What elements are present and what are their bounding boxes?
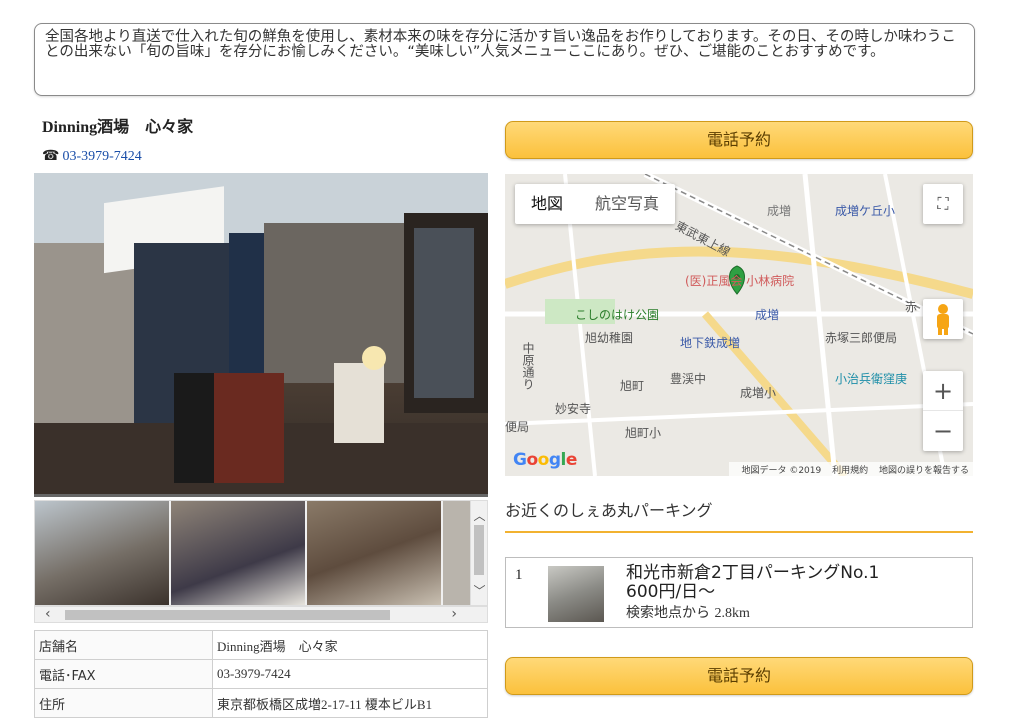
map-label: 旭幼稚園 <box>585 331 634 345</box>
phone-reserve-button-top[interactable]: 電話予約 <box>505 121 973 159</box>
parking-heading: お近くのしぇあ丸パーキング <box>505 501 713 520</box>
phone-reserve-button-bottom[interactable]: 電話予約 <box>505 657 973 695</box>
map-label: 成増ケ丘小 <box>835 204 896 218</box>
parking-price: 600円/日〜 <box>626 582 716 602</box>
chevron-right-icon[interactable]: › <box>451 606 457 622</box>
table-value: 東京都板橋区成増2-17-11 榎本ビルB1 <box>212 688 488 718</box>
thumbnail-4[interactable] <box>443 501 471 605</box>
chevron-up-icon[interactable]: ︿ <box>473 507 486 524</box>
zoom-out-button[interactable]: − <box>923 411 963 451</box>
map-copyright: 地図データ ©2019 <box>741 466 822 476</box>
table-row: 住所 東京都板橋区成増2-17-11 榎本ビルB1 <box>34 688 488 718</box>
phone-link-row[interactable]: ☎ 03-3979-7424 <box>42 148 142 165</box>
map-label: 地下鉄成増 <box>680 336 741 350</box>
map-type-control[interactable]: 地図 航空写真 <box>515 184 676 224</box>
map-footer: 地図データ ©2019 利用規約 地図の誤りを報告する <box>729 462 973 476</box>
thumbnail-1[interactable] <box>35 501 169 605</box>
telephone-icon: ☎ <box>42 149 60 164</box>
thumbnail-horizontal-scrollbar[interactable]: ‹ › <box>34 606 488 623</box>
map-label: 赤塚三郎便局 <box>825 331 898 345</box>
map-label: 便局 <box>505 420 530 434</box>
distance-value: 2.8km <box>714 606 750 621</box>
thumbnail-vertical-scrollbar[interactable]: ︿ ﹀ <box>470 501 487 605</box>
table-row: 電話･FAX 03-3979-7424 <box>34 659 488 689</box>
pegman-icon[interactable] <box>923 299 963 339</box>
map-label: 成増 <box>755 308 780 322</box>
zoom-control[interactable]: + − <box>923 371 963 451</box>
fullscreen-icon[interactable]: ⛶ <box>923 184 963 224</box>
chevron-left-icon[interactable]: ‹ <box>45 606 51 622</box>
map-label: こしのはけ公園 <box>575 308 660 322</box>
vertical-scroll-thumb[interactable] <box>474 525 484 575</box>
map-tab-satellite[interactable]: 航空写真 <box>579 184 675 224</box>
map-label: (医)正風会 小林病院 <box>685 274 795 288</box>
map-terms-link[interactable]: 利用規約 <box>832 466 868 476</box>
table-value: 03-3979-7424 <box>212 659 488 689</box>
distance-prefix: 検索地点から <box>626 605 710 621</box>
map-label: 成増小 <box>740 386 777 400</box>
map-label: 小治兵衛窪庚 <box>835 372 908 386</box>
phone-number-link[interactable]: 03-3979-7424 <box>62 149 141 164</box>
map-label: 旭町小 <box>625 426 662 440</box>
intro-description: 全国各地より直送で仕入れた旬の鮮魚を使用し、素材本来の味を存分に活かす旨い逸品を… <box>34 23 975 96</box>
zoom-in-button[interactable]: + <box>923 371 963 411</box>
parking-divider <box>505 531 973 533</box>
parking-thumbnail <box>548 566 604 622</box>
table-key: 電話･FAX <box>34 659 213 689</box>
map-tab-map[interactable]: 地図 <box>515 184 579 224</box>
map-label: 豊渓中 <box>670 372 707 386</box>
table-row: 店舗名 Dinning酒場 心々家 <box>34 630 488 660</box>
parking-name[interactable]: 和光市新倉2丁目パーキングNo.1 <box>626 564 879 582</box>
parking-distance: 検索地点から 2.8km <box>626 602 750 622</box>
map-label: 赤 <box>905 300 918 314</box>
chevron-down-icon[interactable]: ﹀ <box>473 582 486 599</box>
shop-main-photo <box>34 173 488 495</box>
map-report-link[interactable]: 地図の誤りを報告する <box>879 466 969 476</box>
map-label: 妙安寺 <box>555 402 592 416</box>
shop-name: Dinning酒場 心々家 <box>42 119 194 136</box>
table-key: 店舗名 <box>34 630 213 660</box>
table-key: 住所 <box>34 688 213 718</box>
parking-number: 1 <box>515 567 523 583</box>
map-label: 成増 <box>767 204 792 218</box>
thumbnail-2[interactable] <box>171 501 305 605</box>
map-label: 中原通り <box>521 342 535 390</box>
horizontal-scroll-thumb[interactable] <box>65 610 390 620</box>
photo-thumbnail-strip[interactable]: ︿ ﹀ <box>34 500 488 606</box>
table-value: Dinning酒場 心々家 <box>212 630 488 660</box>
google-logo: Google <box>513 450 577 470</box>
shop-info-table: 店舗名 Dinning酒場 心々家 電話･FAX 03-3979-7424 住所… <box>34 630 488 718</box>
map-label: 旭町 <box>620 379 645 393</box>
shop-storefront-illustration <box>34 173 488 495</box>
parking-list-item[interactable]: 1 和光市新倉2丁目パーキングNo.1 600円/日〜 検索地点から 2.8km <box>505 557 973 628</box>
photo-divider <box>34 494 488 497</box>
map-widget[interactable]: 成増 成増ケ丘小 東武東上線 (医)正風会 小林病院 こしのはけ公園 成増 旭幼… <box>505 174 973 476</box>
thumbnail-3[interactable] <box>307 501 441 605</box>
